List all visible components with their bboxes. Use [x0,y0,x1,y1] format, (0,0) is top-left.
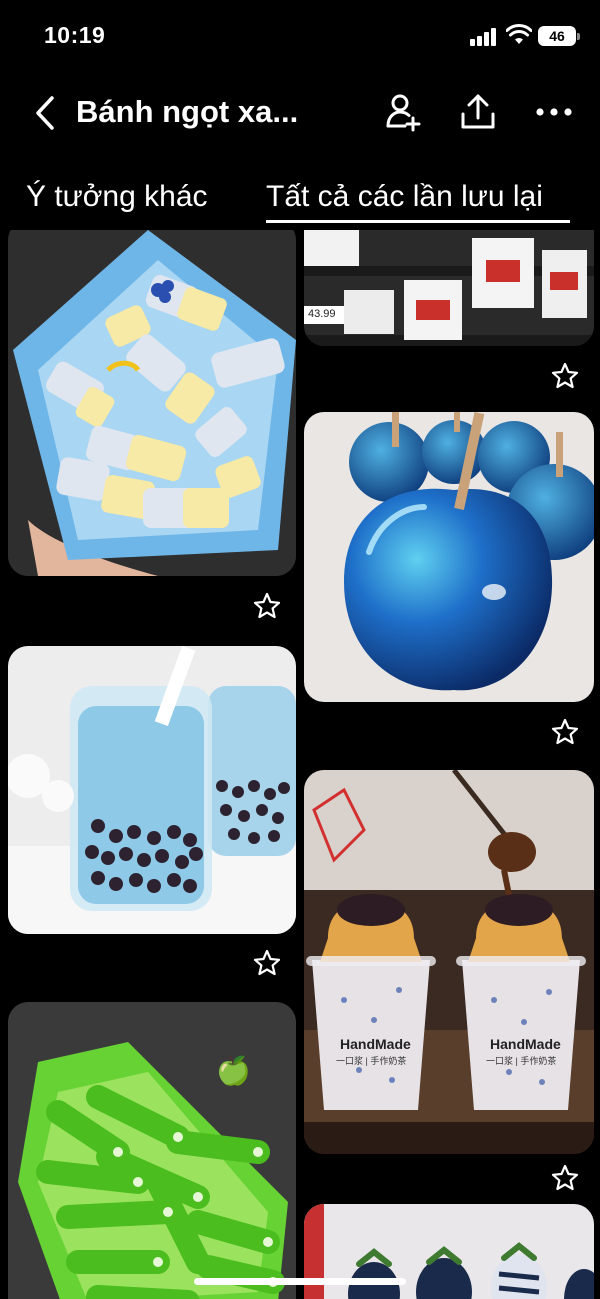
cup-label: HandMade [490,1036,561,1052]
pin-handmade-pudding-milk-tea[interactable]: HandMade HandMade 一口浆 | 手作奶茶 一口浆 | 手作奶茶 [304,770,594,1154]
pin-image [8,230,296,576]
star-icon[interactable] [252,591,282,621]
pin-blue-bubble-tea[interactable] [8,646,296,934]
pin-image [304,230,594,346]
cup-sublabel: 一口浆 | 手作奶茶 [486,1056,557,1066]
battery-icon: 46 [538,26,580,46]
star-icon[interactable] [550,717,580,747]
more-icon[interactable] [534,92,574,132]
pin-image [304,412,594,702]
board-tabs: Ý tưởng khác Tất cả các lần lưu lại [0,172,600,228]
back-icon[interactable] [30,94,66,132]
pin-blueberry-banana-candy[interactable] [8,230,296,576]
board-title: Bánh ngọt xa... [76,94,299,129]
star-icon[interactable] [252,948,282,978]
pin-image [8,646,296,934]
cup-label: HandMade [340,1036,411,1052]
add-user-icon[interactable] [383,92,423,132]
pin-nutella-jars-shelf[interactable]: 43.99 [304,230,594,346]
pin-blue-candy-apples[interactable] [304,412,594,702]
tab-all-saves[interactable]: Tất cả các lần lưu lại [266,180,543,214]
price-tag-label: 43.99 [308,308,336,320]
cup-sublabel: 一口浆 | 手作奶茶 [336,1056,407,1066]
pin-image [8,1002,296,1299]
star-icon[interactable] [550,1163,580,1193]
home-indicator[interactable] [194,1278,406,1285]
cellular-signal-icon [470,28,498,46]
pin-green-apple-licorice[interactable]: 🍏 [8,1002,296,1299]
tab-more-ideas[interactable]: Ý tưởng khác [26,180,208,214]
wifi-icon [506,24,532,44]
board-header: Bánh ngọt xa... [0,80,600,146]
active-tab-indicator [266,220,570,223]
pin-image [304,770,594,1154]
pin-feed[interactable]: 43.99 HandMade HandMade 一口浆 | 手作奶茶 一口浆 |… [0,230,600,1299]
share-icon[interactable] [458,92,498,132]
star-icon[interactable] [550,361,580,391]
status-time: 10:19 [44,22,106,48]
status-bar: 10:19 46 [0,0,600,72]
apple-emoji: 🍏 [216,1055,251,1086]
